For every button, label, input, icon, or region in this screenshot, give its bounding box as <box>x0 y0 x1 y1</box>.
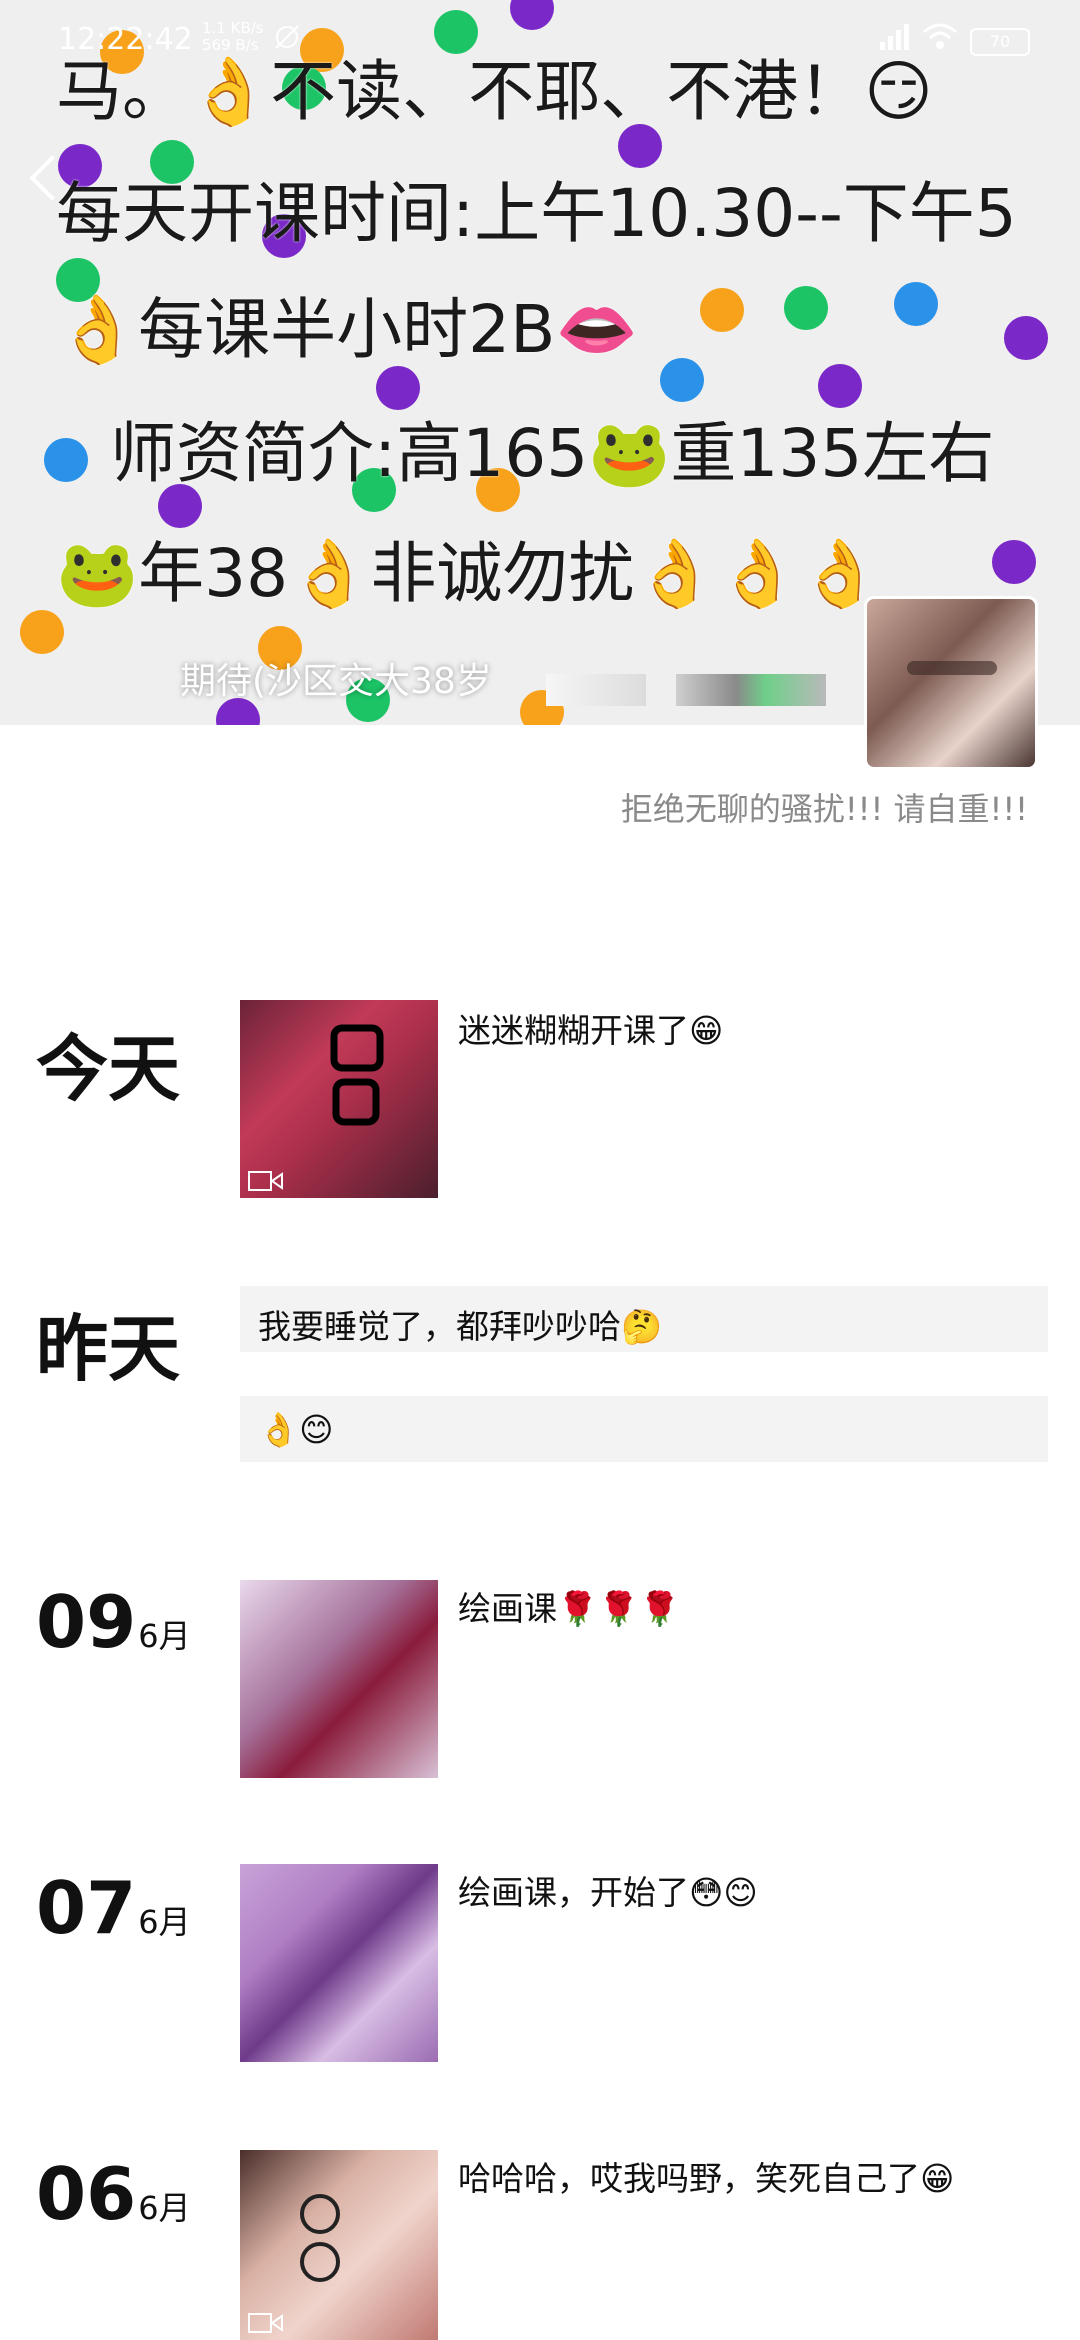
network-speed: 1.1 KB/s 569 B/s <box>202 20 264 54</box>
post-thumbnail[interactable] <box>240 1864 438 2062</box>
post-text[interactable]: 绘画课，开始了😳😊 <box>458 1866 758 1914</box>
net-upload: 1.1 KB/s <box>202 19 264 37</box>
post-text: 我要睡觉了，都拜吵吵哈🤔 <box>258 1307 663 1346</box>
wifi-icon <box>923 23 957 49</box>
date-day: 06 <box>36 2152 137 2236</box>
battery-icon: 70 <box>970 28 1030 56</box>
date-month: 6月 <box>138 1617 191 1655</box>
text-post-card[interactable]: 我要睡觉了，都拜吵吵哈🤔 <box>240 1286 1048 1352</box>
video-icon <box>248 2313 283 2333</box>
date-label-day: 096月 <box>36 1580 191 1664</box>
profile-signature: 拒绝无聊的骚扰!!! 请自重!!! <box>620 790 1028 828</box>
date-label-yesterday: 昨天 <box>36 1307 181 1391</box>
status-bar: 12:22:42 1.1 KB/s 569 B/s 70 <box>0 0 1080 80</box>
cover-text-line: 👌每课半小时2B👄 <box>56 291 638 368</box>
confetti-dot <box>20 610 64 654</box>
post-thumbnail[interactable] <box>240 1580 438 1778</box>
video-icon <box>248 1171 283 1191</box>
post-thumbnail[interactable] <box>240 1000 438 1198</box>
post-text: 👌😊 <box>258 1410 334 1449</box>
net-download: 569 B/s <box>202 36 259 54</box>
glasses-graphic <box>330 1024 384 1126</box>
date-day: 07 <box>36 1866 137 1950</box>
avatar[interactable] <box>864 596 1038 770</box>
profile-nickname[interactable]: 期待(沙区交大38岁 <box>180 652 492 704</box>
redacted-block <box>546 674 646 706</box>
date-label-day: 076月 <box>36 1866 191 1950</box>
post-text[interactable]: 绘画课🌹🌹🌹 <box>458 1582 680 1630</box>
status-time: 12:22:42 <box>58 22 193 57</box>
signal-icon <box>880 24 909 50</box>
date-month: 6月 <box>138 2189 191 2227</box>
date-day: 09 <box>36 1580 137 1664</box>
post-text[interactable]: 迷迷糊糊开课了😁 <box>458 1004 723 1052</box>
alarm-muted-icon <box>275 25 299 49</box>
confetti-dot <box>44 438 88 482</box>
cover-text-line: 每天开课时间:上午10.30--下午5 <box>56 175 1017 252</box>
cover-text-line: 师资简介:高165🐸重135左右 <box>110 415 995 492</box>
post-text[interactable]: 哈哈哈，哎我吗野，笑死自己了😁 <box>458 2152 954 2200</box>
redacted-block <box>676 674 826 706</box>
post-thumbnail[interactable] <box>240 2150 438 2340</box>
date-month: 6月 <box>138 1903 191 1941</box>
text-post-card[interactable]: 👌😊 <box>240 1396 1048 1462</box>
date-label-today: 今天 <box>36 1027 181 1111</box>
glasses-graphic <box>300 2194 340 2282</box>
date-label-day: 066月 <box>36 2152 191 2236</box>
